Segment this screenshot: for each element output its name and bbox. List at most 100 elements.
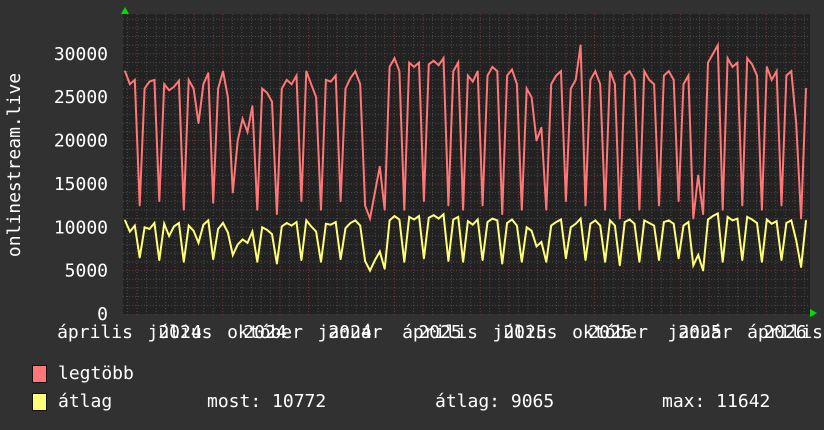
data-point [227,96,229,99]
data-point [623,221,626,223]
data-point [462,261,464,263]
data-point [427,216,430,219]
data-point [339,200,342,203]
data-point [133,224,136,227]
data-point [437,217,440,220]
data-point [124,70,126,73]
data-point [604,209,606,211]
data-point [187,79,190,81]
data-point [736,61,739,64]
data-point [413,218,415,221]
data-point [481,204,484,207]
data-point [158,259,161,262]
data-point [677,257,680,260]
data-point [378,250,381,253]
data-point [805,219,807,222]
data-point [325,79,327,81]
data-point [555,221,557,223]
y-ticks: 050001000015000200002500030000 [54,44,108,325]
data-point [677,200,680,203]
data-point [212,258,214,261]
data-point [574,223,577,225]
data-point [472,223,474,226]
data-point [359,224,361,227]
data-point [550,224,553,227]
data-point [516,224,518,227]
data-point [143,87,146,90]
data-point [579,44,582,47]
y-tick-label: 15000 [54,174,108,195]
data-point [383,268,386,270]
data-point [702,213,704,216]
data-point [467,74,469,77]
data-point [565,200,567,203]
data-point [305,70,308,73]
data-point [241,238,244,241]
data-point [197,122,200,125]
data-point [418,215,420,217]
data-point [236,243,239,246]
data-point [560,70,562,73]
data-point [300,200,303,203]
data-point [731,66,734,68]
data-point [295,74,298,77]
data-point [266,92,268,94]
data-point [344,227,347,229]
data-point [697,254,700,256]
data-point [486,221,489,223]
data-point [628,70,631,73]
data-point [570,226,572,229]
x-tick-year: 2024 [243,322,286,343]
data-point [457,216,459,218]
y-tick-label: 20000 [54,131,108,152]
data-point [364,204,366,207]
data-point [251,105,254,107]
data-point [746,57,749,60]
data-point [295,221,298,223]
stat-atlag: átlag: 9065 [435,391,555,412]
data-point [271,100,273,103]
data-point [589,223,592,225]
data-point [717,212,719,215]
data-point [496,70,499,73]
data-point [506,222,508,224]
data-point [795,122,798,125]
data-point [246,242,249,244]
y-tick-label: 5000 [65,261,108,282]
x-tick-month: április [57,322,133,343]
data-point [354,70,357,73]
data-point [614,83,616,86]
data-point [462,209,464,211]
data-point [168,89,170,92]
data-point [236,139,239,142]
data-point [501,262,504,265]
data-point [653,83,655,86]
data-point [800,266,802,268]
data-point [163,223,165,225]
data-point [310,225,312,228]
data-point [290,83,293,86]
data-point [712,215,714,217]
data-point [672,223,675,225]
data-point [388,66,391,68]
data-point [702,269,704,272]
data-point [692,217,695,220]
data-point [227,231,229,234]
data-point [761,261,763,263]
data-point [506,74,508,77]
data-point [486,74,489,77]
data-point [280,225,283,228]
data-point [648,79,651,81]
data-point [467,220,469,223]
data-point [511,68,513,71]
data-point [766,66,768,68]
data-point [403,209,406,211]
data-point [339,258,342,261]
data-point [290,224,293,227]
data-point [246,131,249,133]
x-axis-arrow-icon [810,309,817,317]
data-point [589,79,592,81]
data-point [393,57,396,60]
data-point [231,191,234,194]
data-point [496,219,499,222]
